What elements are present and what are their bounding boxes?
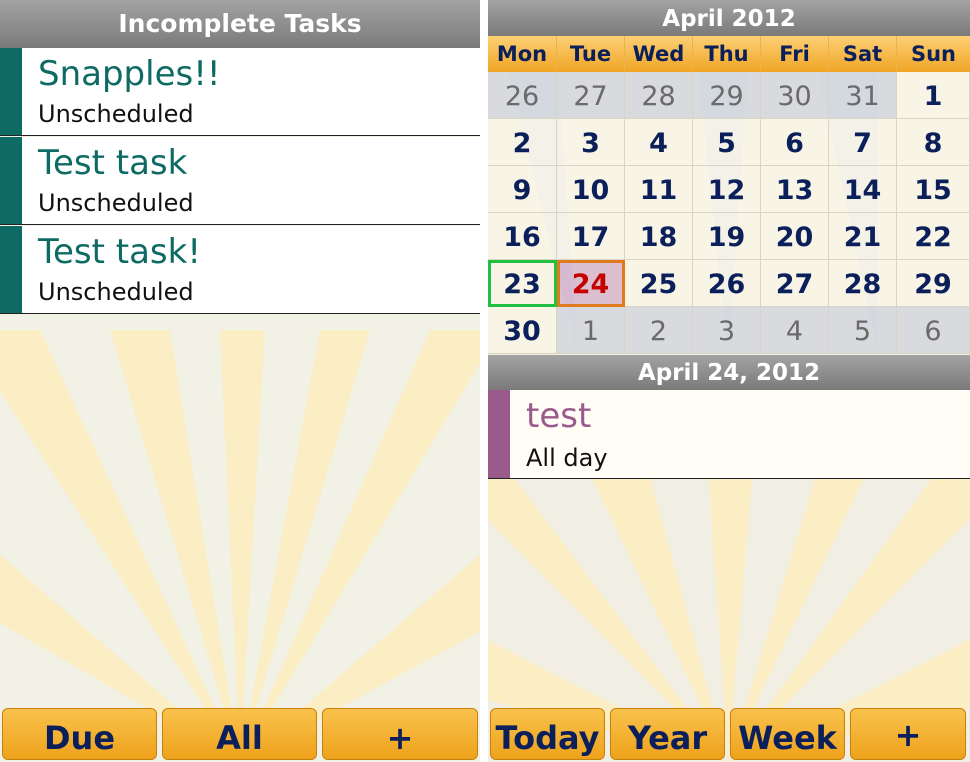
calendar-day[interactable]: 29: [693, 72, 761, 119]
calendar-day[interactable]: 26: [488, 72, 557, 119]
calendar-day[interactable]: 16: [488, 213, 557, 260]
calendar-day[interactable]: 10: [557, 166, 625, 213]
calendar-day[interactable]: 5: [829, 307, 897, 354]
calendar-day[interactable]: 1: [897, 72, 970, 119]
weekday-header: Sat: [829, 36, 897, 72]
today-button[interactable]: Today: [490, 708, 605, 760]
calendar-day[interactable]: 13: [761, 166, 829, 213]
calendar-day[interactable]: 9: [488, 166, 557, 213]
calendar-day[interactable]: 14: [829, 166, 897, 213]
task-item[interactable]: Snapples!! Unscheduled: [0, 48, 480, 136]
weekday-header: Sun: [897, 36, 970, 72]
calendar-day[interactable]: 11: [625, 166, 693, 213]
calendar-day[interactable]: 21: [829, 213, 897, 260]
task-item[interactable]: Test task! Unscheduled: [0, 226, 480, 314]
task-title: Test task!: [38, 232, 201, 272]
calendar-day[interactable]: 4: [761, 307, 829, 354]
due-button[interactable]: Due: [2, 708, 157, 760]
calendar-day[interactable]: 30: [488, 307, 557, 354]
calendar-day[interactable]: 20: [761, 213, 829, 260]
weekday-header: Tue: [557, 36, 625, 72]
calendar-day[interactable]: 26: [693, 260, 761, 307]
calendar-day[interactable]: 6: [761, 119, 829, 166]
calendar-day[interactable]: 22: [897, 213, 970, 260]
calendar-day[interactable]: 17: [557, 213, 625, 260]
weekday-header: Fri: [761, 36, 829, 72]
calendar-day[interactable]: 6: [897, 307, 970, 354]
all-button[interactable]: All: [162, 708, 317, 760]
calendar-day-selected[interactable]: 24: [557, 260, 625, 307]
month-title: April 2012: [488, 0, 970, 36]
selected-date-title: April 24, 2012: [488, 355, 970, 390]
task-status: Unscheduled: [38, 189, 194, 217]
calendar-day[interactable]: 27: [761, 260, 829, 307]
event-color-bar: [488, 390, 510, 478]
weekday-header: Thu: [693, 36, 761, 72]
calendar-day[interactable]: 3: [557, 119, 625, 166]
calendar-day[interactable]: 12: [693, 166, 761, 213]
event-time: All day: [526, 444, 608, 472]
calendar-day[interactable]: 30: [761, 72, 829, 119]
calendar-day[interactable]: 2: [488, 119, 557, 166]
calendar-day[interactable]: 18: [625, 213, 693, 260]
calendar-panel: April 2012 Mon Tue Wed Thu Fri Sat Sun 2…: [488, 0, 970, 762]
calendar-day[interactable]: 7: [829, 119, 897, 166]
task-color-bar: [0, 137, 22, 224]
calendar-day[interactable]: 4: [625, 119, 693, 166]
task-item[interactable]: Test task Unscheduled: [0, 137, 480, 225]
add-task-button[interactable]: +: [322, 708, 478, 760]
task-color-bar: [0, 226, 22, 313]
calendar-day[interactable]: 31: [829, 72, 897, 119]
calendar-day[interactable]: 29: [897, 260, 970, 307]
calendar-day[interactable]: 27: [557, 72, 625, 119]
task-color-bar: [0, 48, 22, 135]
event-item[interactable]: test All day: [488, 390, 970, 479]
calendar-day[interactable]: 19: [693, 213, 761, 260]
calendar-day[interactable]: 2: [625, 307, 693, 354]
calendar-day[interactable]: 28: [625, 72, 693, 119]
calendar-day[interactable]: 1: [557, 307, 625, 354]
calendar-day-current-week[interactable]: 23: [488, 260, 557, 307]
weekday-header: Wed: [625, 36, 693, 72]
task-title: Snapples!!: [38, 54, 221, 94]
week-button[interactable]: Week: [730, 708, 845, 760]
event-title: test: [526, 396, 592, 436]
tasks-panel-title: Incomplete Tasks: [0, 0, 480, 48]
weekday-header: Mon: [488, 36, 557, 72]
calendar-day[interactable]: 5: [693, 119, 761, 166]
task-status: Unscheduled: [38, 278, 194, 306]
calendar-day[interactable]: 15: [897, 166, 970, 213]
add-event-button[interactable]: +: [850, 708, 966, 760]
tasks-panel: Incomplete Tasks Snapples!! Unscheduled …: [0, 0, 480, 762]
calendar-day[interactable]: 25: [625, 260, 693, 307]
task-title: Test task: [38, 143, 188, 183]
year-button[interactable]: Year: [610, 708, 725, 760]
task-status: Unscheduled: [38, 100, 194, 128]
calendar-day[interactable]: 8: [897, 119, 970, 166]
calendar-day[interactable]: 3: [693, 307, 761, 354]
calendar-day[interactable]: 28: [829, 260, 897, 307]
